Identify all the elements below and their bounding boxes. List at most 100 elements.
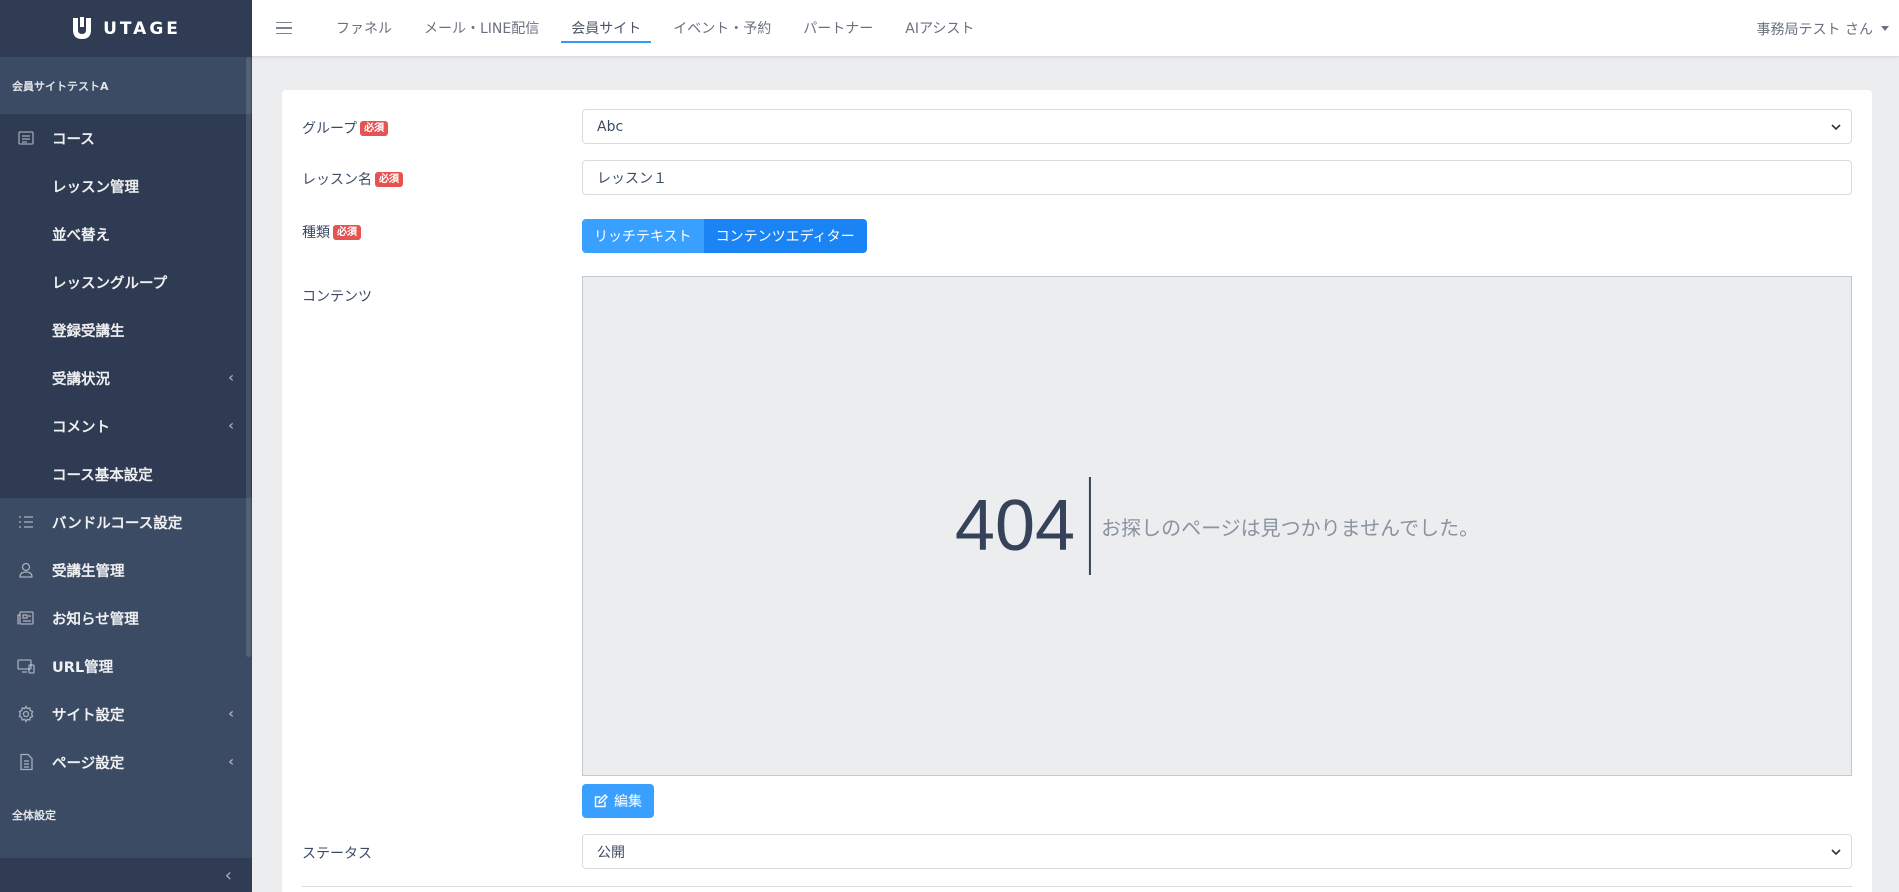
divider [302, 886, 1852, 887]
user-icon [0, 561, 52, 579]
chevron-left-icon: ‹ [228, 370, 234, 386]
status-label: ステータス [302, 846, 372, 862]
sidebar-item-label: 受講状況 [52, 371, 110, 388]
status-row: ステータス 公開 [302, 834, 1852, 869]
top-header: ファネル メール・LINE配信 会員サイト イベント・予約 パートナー AIアシ… [252, 0, 1899, 57]
sidebar-item-label: お知らせ管理 [52, 611, 139, 628]
sidebar-section-global: 全体設定 [0, 786, 252, 843]
lesson-name-input[interactable]: レッスン１ [582, 160, 1852, 195]
utage-logo-icon [71, 16, 93, 41]
sidebar-item-label: URL管理 [52, 659, 114, 676]
sidebar-minimize-button[interactable]: ‹ [0, 858, 252, 892]
status-select[interactable]: 公開 [582, 834, 1852, 869]
edit-button-label: 編集 [614, 794, 642, 810]
sidebar-item-students[interactable]: 受講生管理 [0, 546, 252, 594]
content-editor-option[interactable]: コンテンツエディター [703, 219, 867, 253]
sidebar-item-sort[interactable]: 並べ替え [0, 210, 252, 258]
chevron-left-icon: ‹ [228, 418, 234, 434]
sidebar-item-label: コース [52, 131, 95, 148]
error-404-message: 404 お探しのページは見つかりませんでした。 [955, 477, 1479, 575]
tab-partner[interactable]: パートナー [787, 0, 889, 56]
tab-label: イベント・予約 [673, 21, 772, 37]
sidebar-item-lesson-manage[interactable]: レッスン管理 [0, 162, 252, 210]
tab-label: メール・LINE配信 [424, 21, 540, 37]
group-select-value: Abc [597, 118, 624, 135]
caret-down-icon [1881, 26, 1889, 31]
required-badge: 必須 [375, 171, 403, 187]
chevron-down-icon [1831, 848, 1841, 855]
lesson-name-row: レッスン名 必須 レッスン１ [302, 160, 1852, 195]
sidebar-item-progress[interactable]: 受講状況 ‹ [0, 354, 252, 402]
tab-funnel[interactable]: ファネル [320, 0, 408, 56]
tab-event[interactable]: イベント・予約 [657, 0, 787, 56]
newspaper-icon [0, 609, 52, 627]
sidebar-item-label: レッスングループ [52, 275, 168, 292]
edit-content-button[interactable]: 編集 [582, 784, 654, 818]
sidebar-section-site: 会員サイトテストA [0, 57, 252, 114]
sidebar-item-registered-students[interactable]: 登録受講生 [0, 306, 252, 354]
course-group: コース レッスン管理 並べ替え レッスングループ 登録受講生 受講状況 ‹ コメ… [0, 114, 252, 498]
sidebar-item-course[interactable]: コース [0, 114, 252, 162]
error-code: 404 [955, 477, 1092, 575]
group-select[interactable]: Abc [582, 109, 1852, 144]
tab-label: 会員サイト [571, 21, 642, 37]
tab-ai-assist[interactable]: AIアシスト [889, 0, 990, 56]
tab-label: ファネル [336, 21, 392, 37]
sidebar-item-lesson-group[interactable]: レッスングループ [0, 258, 252, 306]
required-badge: 必須 [360, 120, 389, 136]
sidebar-item-label: 受講生管理 [52, 563, 125, 580]
sidebar-nav: 会員サイトテストA コース レッスン管理 並べ替え レッスングループ 登録受講生… [0, 57, 252, 858]
monitor-icon [0, 657, 52, 675]
sidebar-item-url[interactable]: URL管理 [0, 642, 252, 690]
sidebar-item-site-settings[interactable]: サイト設定 ‹ [0, 690, 252, 738]
type-label-text: 種類 [302, 225, 330, 241]
user-name: 事務局テスト さん [1756, 21, 1873, 38]
sidebar-item-bundle-course[interactable]: バンドルコース設定 [0, 498, 252, 546]
sidebar-scrollbar[interactable] [246, 57, 251, 657]
sidebar-item-label: コメント [52, 419, 110, 436]
sidebar: UTAGE 会員サイトテストA コース レッスン管理 並べ替え レッスングループ… [0, 0, 252, 892]
edit-icon [594, 794, 608, 808]
content-label: コンテンツ [302, 289, 372, 305]
sidebar-item-course-settings[interactable]: コース基本設定 [0, 450, 252, 498]
sidebar-item-label: サイト設定 [52, 707, 125, 724]
chevron-down-icon [1831, 123, 1841, 130]
sidebar-item-comment[interactable]: コメント ‹ [0, 402, 252, 450]
lesson-form-card: グループ 必須 Abc レッスン名 必須 レッスン１ 種類 必須 リッチテキスト… [282, 90, 1872, 892]
chevron-left-icon: ‹ [228, 754, 234, 770]
top-nav: ファネル メール・LINE配信 会員サイト イベント・予約 パートナー AIアシ… [320, 0, 990, 56]
group-label: グループ 必須 [302, 118, 389, 138]
tab-label: AIアシスト [905, 21, 975, 37]
gear-icon [0, 705, 52, 723]
sidebar-item-label: レッスン管理 [52, 179, 139, 196]
tab-member-site[interactable]: 会員サイト [555, 0, 657, 56]
sidebar-item-page-settings[interactable]: ページ設定 ‹ [0, 738, 252, 786]
error-text: お探しのページは見つかりませんでした。 [1101, 515, 1480, 540]
sidebar-item-label: バンドルコース設定 [52, 515, 183, 532]
lesson-name-value: レッスン１ [597, 170, 667, 187]
type-label: 種類 必須 [302, 222, 361, 242]
sidebar-item-news[interactable]: お知らせ管理 [0, 594, 252, 642]
lesson-name-label-text: レッスン名 [302, 172, 372, 188]
sidebar-item-label: コース基本設定 [52, 467, 153, 484]
chevron-left-icon: ‹ [224, 864, 232, 886]
document-icon [0, 129, 52, 147]
user-menu[interactable]: 事務局テスト さん [1757, 0, 1889, 57]
tab-label: パートナー [803, 21, 874, 37]
content-area: 404 お探しのページは見つかりませんでした。 編集 [582, 276, 1852, 818]
group-row: グループ 必須 Abc [302, 109, 1852, 144]
required-badge: 必須 [333, 224, 361, 240]
menu-toggle-icon[interactable] [276, 18, 316, 38]
type-row: 種類 必須 リッチテキスト コンテンツエディター [302, 219, 1852, 253]
sidebar-item-label: ページ設定 [52, 755, 125, 772]
content-preview: 404 お探しのページは見つかりませんでした。 [582, 276, 1852, 776]
brand[interactable]: UTAGE [0, 0, 252, 57]
rich-text-option[interactable]: リッチテキスト [582, 219, 704, 253]
content-row: コンテンツ 404 お探しのページは見つかりませんでした。 編集 [302, 276, 1852, 836]
type-toggle: リッチテキスト コンテンツエディター [582, 219, 1852, 253]
brand-name: UTAGE [103, 18, 181, 39]
sidebar-item-label: 並べ替え [52, 227, 110, 244]
chevron-left-icon: ‹ [228, 706, 234, 722]
tab-mail-line[interactable]: メール・LINE配信 [408, 0, 555, 56]
file-icon [0, 753, 52, 771]
